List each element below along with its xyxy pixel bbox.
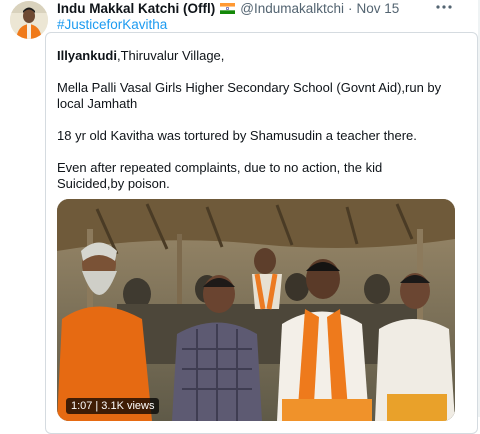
author-name[interactable]: Indu Makkal Katchi (Offl) — [57, 1, 215, 16]
place-rest: ,Thiruvalur Village, — [116, 48, 225, 63]
author-handle[interactable]: @Indumakalktchi — [240, 1, 344, 16]
video-duration: 1:07 — [71, 400, 93, 412]
paragraph-location: Illyankudi,Thiruvalur Village, — [57, 48, 224, 64]
more-options-icon[interactable] — [434, 0, 454, 17]
video-stats-badge: 1:07 | 3.1K views — [66, 398, 160, 414]
video-views: 3.1K views — [101, 400, 155, 412]
badge-separator: | — [95, 400, 99, 412]
tweet-timestamp[interactable]: Nov 15 — [357, 1, 400, 16]
paragraph-complaints: Even after repeated complaints, due to n… — [57, 160, 383, 191]
video-frame — [57, 199, 455, 421]
paragraph-torture: 18 yr old Kavitha was tortured by Shamus… — [57, 128, 417, 143]
video-thumbnail[interactable] — [57, 199, 455, 421]
author-avatar[interactable] — [10, 1, 48, 39]
tweet-header: Indu Makkal Katchi (Offl) @Indumakalktch… — [57, 0, 399, 17]
header-separator: · — [348, 0, 353, 16]
place-name: Illyankudi — [57, 48, 117, 63]
avatar-image — [10, 1, 48, 39]
india-flag-icon — [220, 2, 236, 14]
hashtag-link[interactable]: #JusticeforKavitha — [57, 17, 167, 32]
paragraph-school: Mella Palli Vasal Girls Higher Secondary… — [57, 80, 442, 111]
